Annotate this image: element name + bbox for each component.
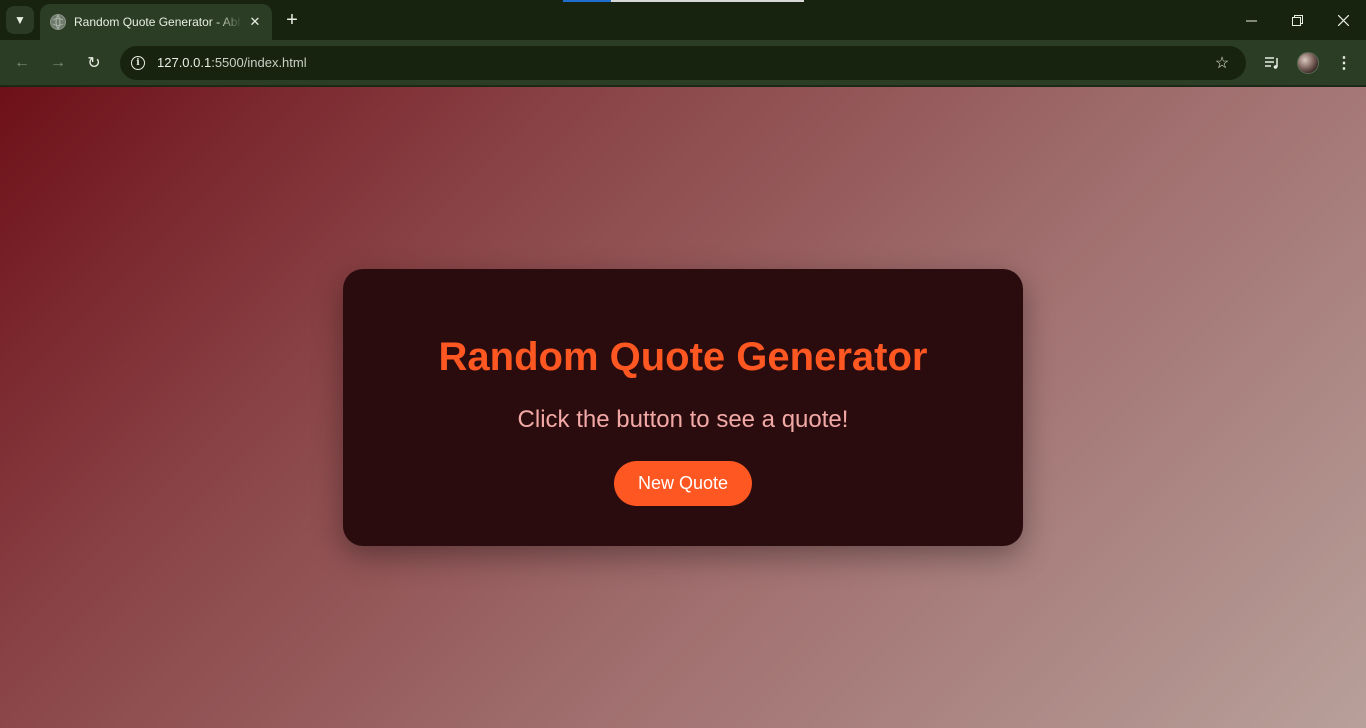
page-title: Random Quote Generator — [438, 335, 928, 379]
address-bar[interactable]: i 127.0.0.1:5500/index.html ☆ — [120, 46, 1246, 80]
tab-title: Random Quote Generator - Abhishek — [74, 15, 242, 29]
restore-icon — [1291, 14, 1303, 26]
tab-search-button[interactable]: ▼ — [6, 6, 34, 34]
browser-tab[interactable]: Random Quote Generator - Abhishek ✕ — [40, 4, 272, 40]
forward-button[interactable]: → — [44, 49, 72, 77]
reload-button[interactable]: ↻ — [80, 49, 108, 77]
kebab-menu-icon: ⋮ — [1336, 55, 1352, 72]
browser-toolbar: ← → ↻ i 127.0.0.1:5500/index.html ☆ ⋮ — [0, 40, 1366, 86]
back-button[interactable]: ← — [8, 49, 36, 77]
plus-icon: + — [286, 8, 298, 31]
arrow-right-icon: → — [50, 54, 66, 71]
page-viewport: Random Quote Generator Click the button … — [0, 87, 1366, 728]
info-icon: i — [131, 56, 145, 70]
window-top-accent — [563, 0, 804, 2]
arrow-left-icon: ← — [14, 54, 30, 71]
restore-button[interactable] — [1274, 0, 1320, 40]
browser-menu-button[interactable]: ⋮ — [1332, 51, 1356, 75]
chevron-down-icon: ▼ — [14, 13, 26, 27]
globe-icon — [50, 14, 66, 30]
reload-icon: ↻ — [87, 55, 101, 72]
minimize-button[interactable] — [1228, 0, 1274, 40]
window-close-button[interactable] — [1320, 0, 1366, 40]
url-host: 127.0.0.1 — [157, 55, 212, 70]
url-text[interactable]: 127.0.0.1:5500/index.html — [157, 55, 307, 70]
profile-avatar[interactable] — [1297, 52, 1319, 74]
quote-card: Random Quote Generator Click the button … — [343, 269, 1023, 546]
close-icon[interactable]: ✕ — [246, 13, 264, 31]
star-icon: ☆ — [1214, 55, 1230, 72]
media-controls-icon — [1265, 57, 1278, 69]
media-controls-button[interactable] — [1260, 51, 1284, 75]
bookmark-button[interactable]: ☆ — [1212, 53, 1232, 73]
window-close-icon — [1337, 14, 1349, 26]
site-info-button[interactable]: i — [126, 51, 150, 75]
new-quote-button[interactable]: New Quote — [614, 461, 752, 506]
new-tab-button[interactable]: + — [280, 8, 304, 32]
url-path: :5500/index.html — [211, 55, 307, 70]
quote-text: Click the button to see a quote! — [517, 406, 849, 433]
browser-tab-strip: ▼ Random Quote Generator - Abhishek ✕ + — [0, 0, 1366, 40]
minimize-icon — [1245, 20, 1257, 21]
